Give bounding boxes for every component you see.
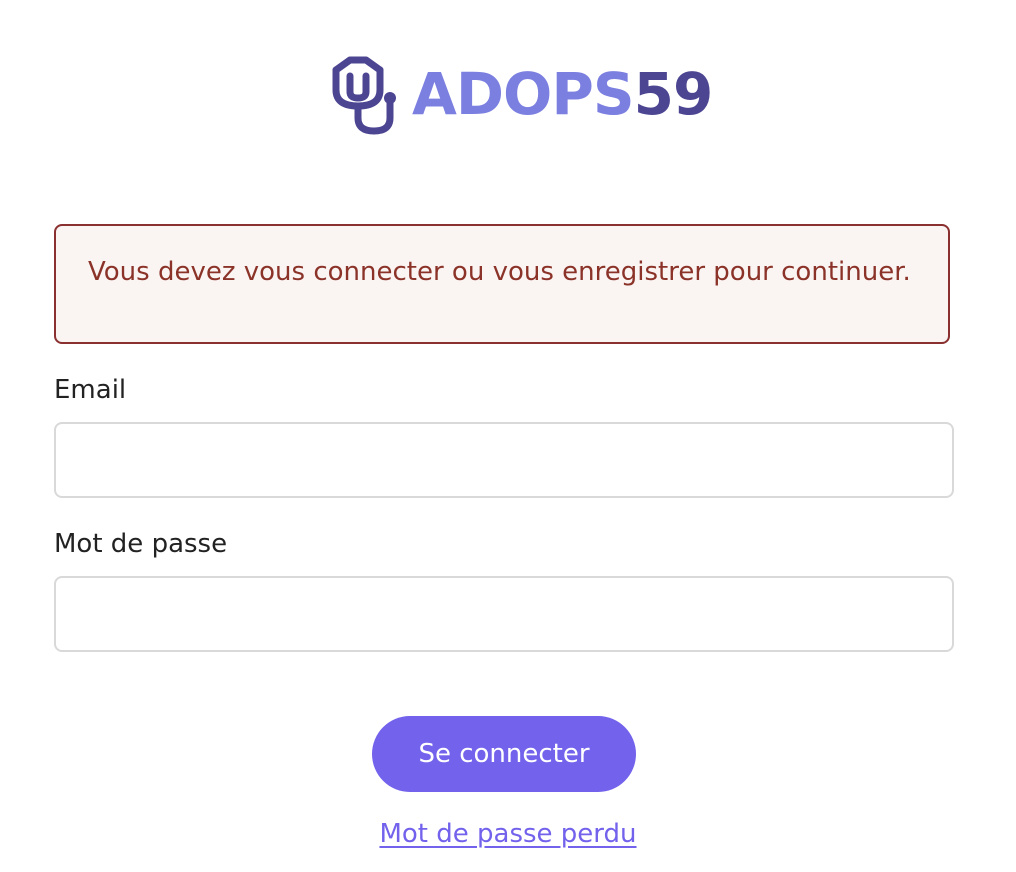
brand-number: 59 [633,60,714,128]
password-field[interactable] [54,576,954,652]
brand-wordmark: ADOPS59 [412,65,713,123]
email-field[interactable] [54,422,954,498]
forgot-password-link[interactable]: Mot de passe perdu [379,819,636,849]
alert-text: Vous devez vous connecter ou vous enregi… [88,257,911,287]
forgot-password-container: Mot de passe perdu [0,816,1016,852]
password-label: Mot de passe [54,529,228,559]
email-label: Email [54,375,127,405]
brand-logo: ADOPS59 [326,56,713,136]
stethoscope-icon [332,56,396,135]
brand-name: ADOPS [412,60,635,128]
login-button[interactable]: Se connecter [372,716,636,792]
alert-message: Vous devez vous connecter ou vous enregi… [54,224,950,344]
